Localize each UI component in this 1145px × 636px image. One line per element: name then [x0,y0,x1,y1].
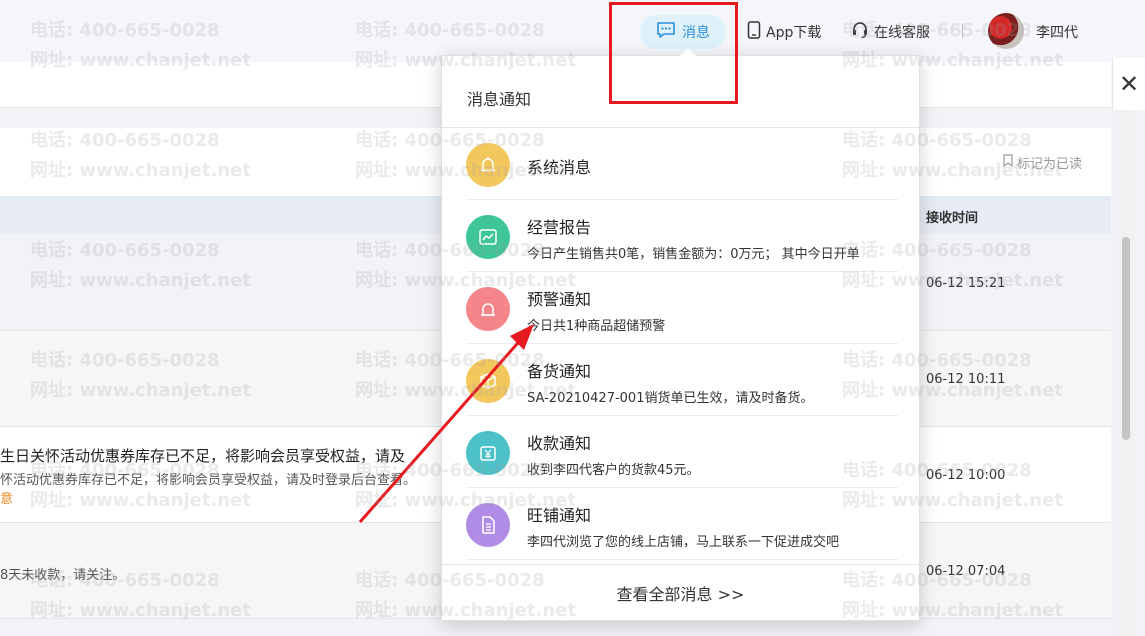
notif-title: 收款通知 [527,434,592,453]
notif-report[interactable]: 经营报告 今日产生销售共0笔，销售金额为：0万元； 其中今日开单 [466,200,898,272]
notif-title: 经营报告 [527,218,592,237]
close-button[interactable]: ✕ [1112,58,1145,110]
notif-desc: 李四代浏览了您的线上店铺，马上联系一下促进成交吧 [527,535,840,550]
popup-title: 消息通知 [442,56,919,128]
notif-title: 备货通知 [527,362,592,381]
column-header-time: 接收时间 [926,211,979,226]
view-all-button[interactable]: 查看全部消息 >> [442,564,919,620]
notif-title: 旺铺通知 [527,506,592,525]
headset-icon [851,21,869,43]
chart-icon [466,215,510,259]
app-download-link[interactable]: App下载 [747,21,821,43]
popup-caret [680,48,696,56]
box-icon [466,359,510,403]
notif-desc: 收到李四代客户的货款45元。 [527,463,700,478]
online-service-label: 在线客服 [874,25,930,41]
notif-payment[interactable]: 收款通知 收到李四代客户的货款45元。 [466,416,898,488]
notif-stock[interactable]: 备货通知 SA-20210427-001销货单已生效，请及时备货。 [466,344,898,416]
online-service-link[interactable]: 在线客服 [851,21,930,43]
divider [962,24,963,38]
bookmark-icon [1003,154,1013,171]
close-icon: ✕ [1118,70,1140,98]
notification-popup: 消息通知 系统消息 经营报告 今日产生销售共0笔，销售金额为：0万元； 其中今日… [441,55,920,621]
mark-read-button[interactable]: 标记为已读 [1003,153,1082,172]
bell-icon [466,143,510,187]
row-time: 06-12 07:04 [926,564,1006,579]
notif-system[interactable]: 系统消息 [466,128,898,200]
notif-desc: 今日产生销售共0笔，销售金额为：0万元； 其中今日开单 [527,247,860,262]
username[interactable]: 李四代 [1036,22,1078,42]
row-desc: 怀活动优惠券库存已不足，将影响会员享受权益，请及时登录后台查看。 [0,473,417,488]
alarm-icon [466,287,510,331]
top-bar: 消息 App下载 在线客服 李四代 [0,0,1145,62]
avatar[interactable] [988,13,1024,49]
mark-read-label: 标记为已读 [1017,157,1083,172]
notif-desc: SA-20210427-001销货单已生效，请及时备货。 [527,391,814,406]
scrollbar-thumb[interactable] [1122,237,1130,440]
chat-icon [656,21,676,43]
app-download-label: App下载 [766,25,822,41]
notif-title: 预警通知 [527,290,592,309]
message-button[interactable]: 消息 [640,15,726,49]
row-time: 06-12 10:00 [926,468,1006,483]
message-label: 消息 [682,25,710,41]
row-time: 06-12 10:11 [926,372,1006,387]
row-desc: 8天未收款，请关注。 [0,568,126,583]
money-icon [466,431,510,475]
document-icon [466,503,510,547]
row-title: 生日关怀活动优惠券库存已不足，将影响会员享受权益，请及 [0,447,406,465]
notif-title: 系统消息 [527,158,592,177]
notif-warning[interactable]: 预警通知 今日共1种商品超储预警 [466,272,898,344]
notif-desc: 今日共1种商品超储预警 [527,319,666,334]
row-time: 06-12 15:21 [926,276,1006,291]
row-link[interactable]: 意 [0,488,13,507]
phone-icon [747,21,761,43]
notif-shop[interactable]: 旺铺通知 李四代浏览了您的线上店铺，马上联系一下促进成交吧 [466,488,898,560]
